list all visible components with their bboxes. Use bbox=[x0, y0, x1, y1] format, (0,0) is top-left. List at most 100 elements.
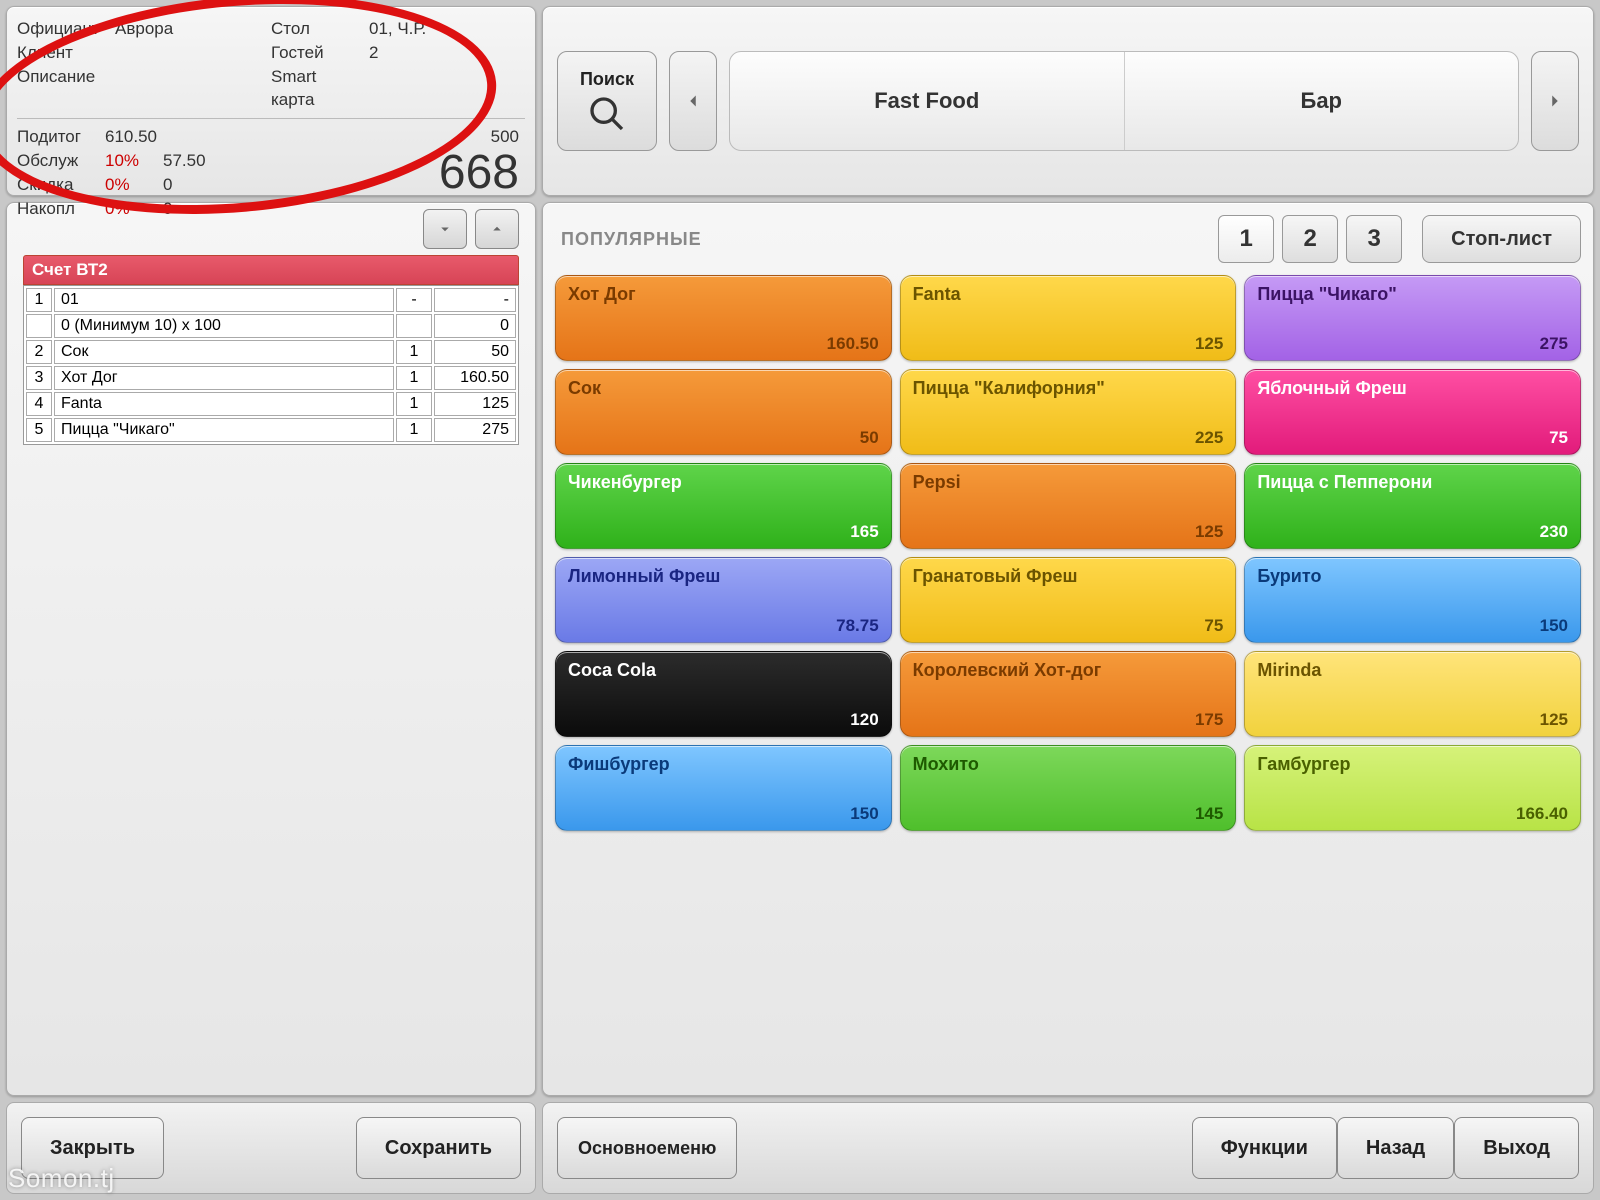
product-price: 150 bbox=[1540, 616, 1568, 636]
product-name: Mirinda bbox=[1257, 660, 1568, 681]
menu-group-bar[interactable]: Бар bbox=[1125, 52, 1519, 150]
exit-button[interactable]: Выход bbox=[1454, 1117, 1579, 1179]
product-tile[interactable]: Хот Дог 160.50 bbox=[555, 275, 892, 361]
product-tile[interactable]: Pepsi 125 bbox=[900, 463, 1237, 549]
chevron-left-icon bbox=[682, 90, 704, 112]
chevron-right-icon bbox=[1544, 90, 1566, 112]
page-3-button[interactable]: 3 bbox=[1346, 215, 1402, 263]
service-label: Обслуж bbox=[17, 149, 97, 173]
product-price: 150 bbox=[850, 804, 878, 824]
discount-value: 0 bbox=[163, 173, 172, 197]
product-price: 230 bbox=[1540, 522, 1568, 542]
product-tile[interactable]: Чикенбургер 165 bbox=[555, 463, 892, 549]
table-row[interactable]: 0 (Минимум 10) x 1000 bbox=[26, 314, 516, 338]
product-name: Фишбургер bbox=[568, 754, 879, 775]
table-row[interactable]: 2Сок150 bbox=[26, 340, 516, 364]
grand-total: 668 bbox=[355, 149, 519, 197]
page-2-button[interactable]: 2 bbox=[1282, 215, 1338, 263]
product-price: 75 bbox=[1204, 616, 1223, 636]
guests-label: Гостей bbox=[271, 41, 361, 65]
main-menu-button[interactable]: Основноеменю bbox=[557, 1117, 737, 1179]
product-tile[interactable]: Королевский Хот-дог 175 bbox=[900, 651, 1237, 737]
product-tile[interactable]: Яблочный Фреш 75 bbox=[1244, 369, 1581, 455]
product-price: 175 bbox=[1195, 710, 1223, 730]
product-tile[interactable]: Coca Cola 120 bbox=[555, 651, 892, 737]
search-icon bbox=[587, 94, 627, 134]
product-tile[interactable]: Mirinda 125 bbox=[1244, 651, 1581, 737]
save-button[interactable]: Сохранить bbox=[356, 1117, 521, 1179]
bill-table: 101--0 (Минимум 10) x 10002Сок1503Хот До… bbox=[23, 285, 519, 445]
subtotal-label: Подитог bbox=[17, 125, 97, 149]
product-name: Сок bbox=[568, 378, 879, 399]
guests-value: 2 bbox=[369, 41, 378, 65]
waiter-label: Официант bbox=[17, 17, 107, 41]
product-price: 275 bbox=[1540, 334, 1568, 354]
product-tile[interactable]: Фишбургер 150 bbox=[555, 745, 892, 831]
product-tile[interactable]: Fanta 125 bbox=[900, 275, 1237, 361]
search-button[interactable]: Поиск bbox=[557, 51, 657, 151]
description-label: Описание bbox=[17, 65, 107, 89]
product-name: Лимонный Фреш bbox=[568, 566, 879, 587]
product-price: 225 bbox=[1195, 428, 1223, 448]
product-tile[interactable]: Пицца "Чикаго" 275 bbox=[1244, 275, 1581, 361]
product-tile[interactable]: Гамбургер 166.40 bbox=[1244, 745, 1581, 831]
product-price: 125 bbox=[1195, 522, 1223, 542]
table-row[interactable]: 5Пицца "Чикаго"1275 bbox=[26, 418, 516, 442]
chevron-up-icon bbox=[488, 220, 506, 238]
products-panel: ПОПУЛЯРНЫЕ 1 2 3 Стоп-лист Хот Дог 160.5… bbox=[542, 202, 1594, 1096]
stoplist-button[interactable]: Стоп-лист bbox=[1422, 215, 1581, 263]
watermark: Somon.tj bbox=[8, 1163, 115, 1194]
subtotal-value: 610.50 bbox=[105, 125, 157, 149]
product-name: Пицца "Чикаго" bbox=[1257, 284, 1568, 305]
product-tile[interactable]: Пицца "Калифорния" 225 bbox=[900, 369, 1237, 455]
product-price: 75 bbox=[1549, 428, 1568, 448]
product-tile[interactable]: Бурито 150 bbox=[1244, 557, 1581, 643]
footer-right-panel: Основноеменю Функции Назад Выход bbox=[542, 1102, 1594, 1194]
product-name: Гранатовый Фреш bbox=[913, 566, 1224, 587]
product-price: 160.50 bbox=[827, 334, 879, 354]
page-1-button[interactable]: 1 bbox=[1218, 215, 1274, 263]
menu-group-fastfood[interactable]: Fast Food bbox=[730, 52, 1125, 150]
bill-panel: Счет ВТ2 101--0 (Минимум 10) x 10002Сок1… bbox=[6, 202, 536, 1096]
popular-label: ПОПУЛЯРНЫЕ bbox=[555, 229, 1210, 250]
order-header-panel: Официант Аврора Клиент Описание Стол 01, Ч… bbox=[6, 6, 536, 196]
product-name: Гамбургер bbox=[1257, 754, 1568, 775]
back-button[interactable]: Назад bbox=[1337, 1117, 1454, 1179]
product-tile[interactable]: Мохито 145 bbox=[900, 745, 1237, 831]
waiter-value: Аврора bbox=[115, 17, 173, 41]
product-name: Королевский Хот-дог bbox=[913, 660, 1224, 681]
table-row[interactable]: 101-- bbox=[26, 288, 516, 312]
chevron-down-icon bbox=[436, 220, 454, 238]
accum-label: Накопл bbox=[17, 197, 97, 221]
table-label: Стол bbox=[271, 17, 361, 41]
product-price: 125 bbox=[1540, 710, 1568, 730]
product-name: Pepsi bbox=[913, 472, 1224, 493]
product-tile[interactable]: Гранатовый Фреш 75 bbox=[900, 557, 1237, 643]
table-row[interactable]: 4Fanta1125 bbox=[26, 392, 516, 416]
discount-pct: 0% bbox=[105, 173, 155, 197]
product-tile[interactable]: Лимонный Фреш 78.75 bbox=[555, 557, 892, 643]
product-price: 78.75 bbox=[836, 616, 879, 636]
product-name: Пицца "Калифорния" bbox=[913, 378, 1224, 399]
table-value: 01, Ч.Р. bbox=[369, 17, 426, 41]
product-price: 50 bbox=[860, 428, 879, 448]
client-label: Клиент bbox=[17, 41, 107, 65]
product-price: 120 bbox=[850, 710, 878, 730]
product-price: 166.40 bbox=[1516, 804, 1568, 824]
service-value: 57.50 bbox=[163, 149, 206, 173]
product-tile[interactable]: Пицца с Пепперони 230 bbox=[1244, 463, 1581, 549]
menu-group-prev-button[interactable] bbox=[669, 51, 717, 151]
functions-button[interactable]: Функции bbox=[1192, 1117, 1337, 1179]
menu-group-panel: Поиск Fast Food Бар bbox=[542, 6, 1594, 196]
product-name: Яблочный Фреш bbox=[1257, 378, 1568, 399]
product-name: Coca Cola bbox=[568, 660, 879, 681]
product-tile[interactable]: Сок 50 bbox=[555, 369, 892, 455]
smartcard-label: Smart карта bbox=[271, 65, 361, 113]
accum-pct: 0% bbox=[105, 197, 155, 221]
product-price: 145 bbox=[1195, 804, 1223, 824]
table-row[interactable]: 3Хот Дог1160.50 bbox=[26, 366, 516, 390]
search-label: Поиск bbox=[580, 69, 634, 90]
menu-group-next-button[interactable] bbox=[1531, 51, 1579, 151]
product-name: Бурито bbox=[1257, 566, 1568, 587]
product-price: 125 bbox=[1195, 334, 1223, 354]
